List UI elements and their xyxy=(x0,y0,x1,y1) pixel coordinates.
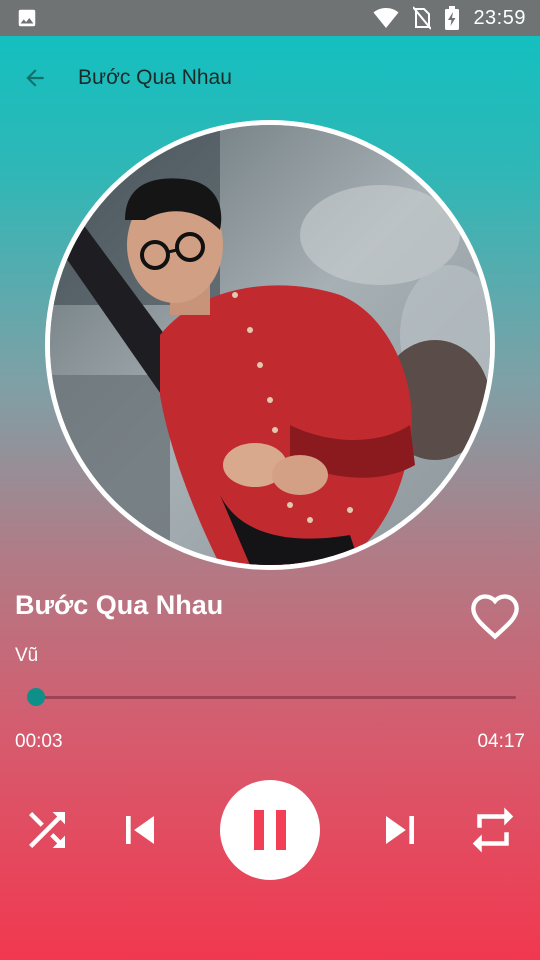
album-art-frame xyxy=(45,120,495,570)
like-button[interactable] xyxy=(466,588,524,644)
current-time: 00:03 xyxy=(15,731,63,752)
image-notification-icon xyxy=(16,7,38,29)
status-right: 23:59 xyxy=(373,6,526,30)
seek-thumb[interactable] xyxy=(26,688,45,706)
heart-outline-icon xyxy=(471,594,519,640)
page-title: Bước Qua Nhau xyxy=(78,66,232,89)
shuffle-button[interactable] xyxy=(18,802,76,858)
status-bar: 23:59 xyxy=(0,0,540,36)
artist-photo xyxy=(50,125,490,565)
wifi-icon xyxy=(373,7,399,29)
status-left xyxy=(16,7,38,29)
arrow-back-icon xyxy=(26,69,44,87)
no-sim-icon xyxy=(413,6,432,30)
skip-next-icon xyxy=(386,816,414,844)
battery-charging-icon xyxy=(445,6,460,30)
previous-button[interactable] xyxy=(108,802,172,858)
total-time: 04:17 xyxy=(477,731,525,752)
skip-previous-icon xyxy=(126,816,154,844)
song-title: Bước Qua Nhau xyxy=(15,590,224,620)
next-button[interactable] xyxy=(368,802,432,858)
pause-icon xyxy=(254,810,286,850)
back-button[interactable] xyxy=(0,36,70,120)
shuffle-icon xyxy=(29,812,65,848)
status-time: 23:59 xyxy=(473,6,526,29)
play-pause-button[interactable] xyxy=(220,780,320,880)
repeat-icon xyxy=(472,807,514,853)
repeat-button[interactable] xyxy=(462,802,524,858)
album-art xyxy=(50,125,490,565)
app-bar: Bước Qua Nhau xyxy=(0,36,540,120)
artist-name: Vũ xyxy=(15,645,39,666)
seek-bar[interactable] xyxy=(30,696,516,699)
